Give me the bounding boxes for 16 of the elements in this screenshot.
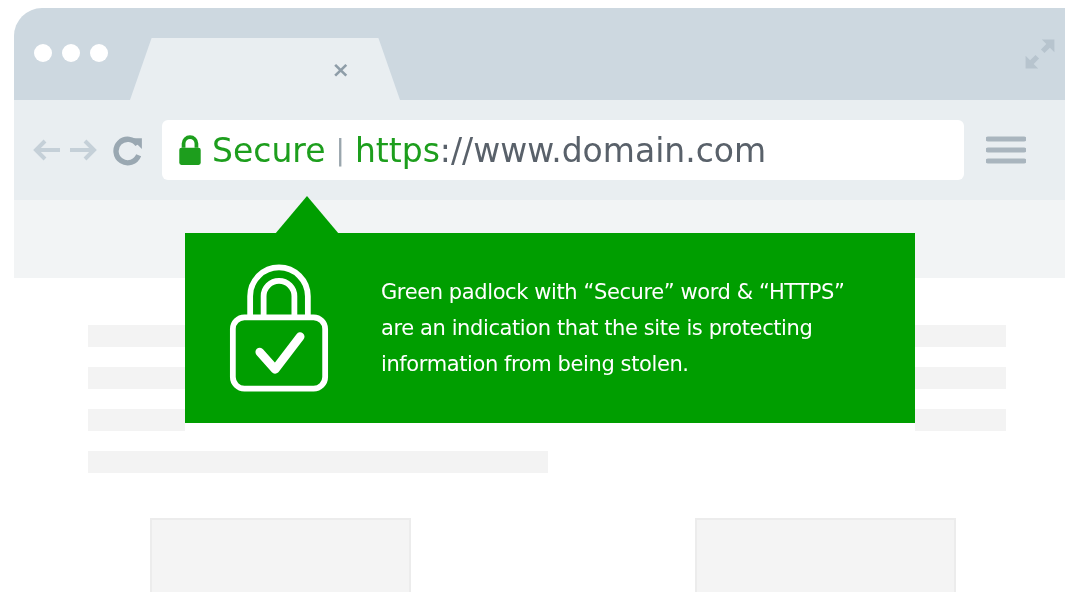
window-dot-icon[interactable] <box>90 44 108 62</box>
forward-arrow-icon[interactable] <box>68 137 98 163</box>
back-arrow-icon[interactable] <box>32 137 62 163</box>
menu-icon[interactable] <box>986 134 1026 166</box>
secure-label: Secure <box>212 130 326 170</box>
callout-text: Green padlock with “Secure” word & “HTTPS” are an indication that the site is protecting information from being stolen. <box>381 279 846 378</box>
close-icon[interactable]: × <box>331 56 350 82</box>
window-dot-icon[interactable] <box>62 44 80 62</box>
browser-tab[interactable]: × <box>130 38 400 100</box>
address-bar[interactable]: Secure | https://www.domain.com <box>162 120 964 180</box>
reload-icon[interactable] <box>112 134 144 166</box>
padlock-check-icon <box>229 263 329 393</box>
url-text: https://www.domain.com <box>354 130 767 170</box>
separator: | <box>335 133 345 167</box>
padlock-icon <box>178 135 202 165</box>
window-dot-icon[interactable] <box>34 44 52 62</box>
